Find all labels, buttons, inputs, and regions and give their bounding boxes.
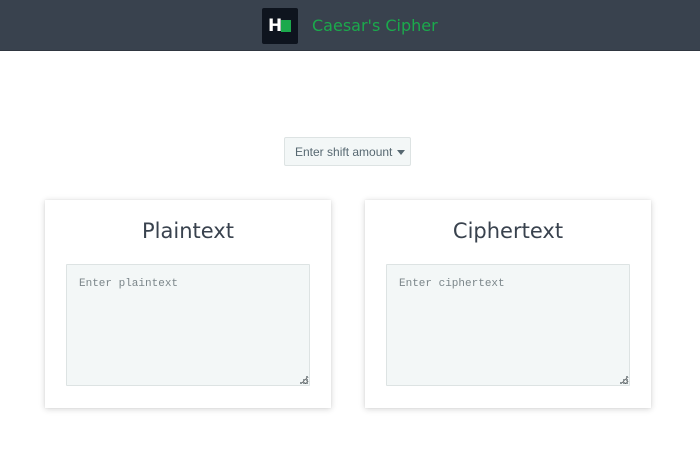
ciphertext-panel: Ciphertext	[365, 200, 651, 408]
top-bar: H Caesar's Cipher	[0, 0, 700, 51]
plaintext-panel: Plaintext	[45, 200, 331, 408]
plaintext-heading: Plaintext	[142, 219, 234, 243]
ciphertext-heading: Ciphertext	[452, 219, 564, 243]
chevron-down-icon	[397, 150, 405, 155]
app-title: Caesar's Cipher	[312, 16, 438, 35]
resize-handle-icon[interactable]	[300, 376, 308, 384]
hackerrank-logo[interactable]: H	[262, 8, 298, 44]
ciphertext-input[interactable]	[386, 264, 630, 386]
plaintext-input[interactable]	[66, 264, 310, 386]
resize-handle-icon[interactable]	[620, 376, 628, 384]
logo-square-icon	[281, 20, 291, 32]
shift-amount-label: Enter shift amount	[295, 145, 393, 159]
shift-amount-dropdown[interactable]: Enter shift amount	[284, 137, 411, 166]
